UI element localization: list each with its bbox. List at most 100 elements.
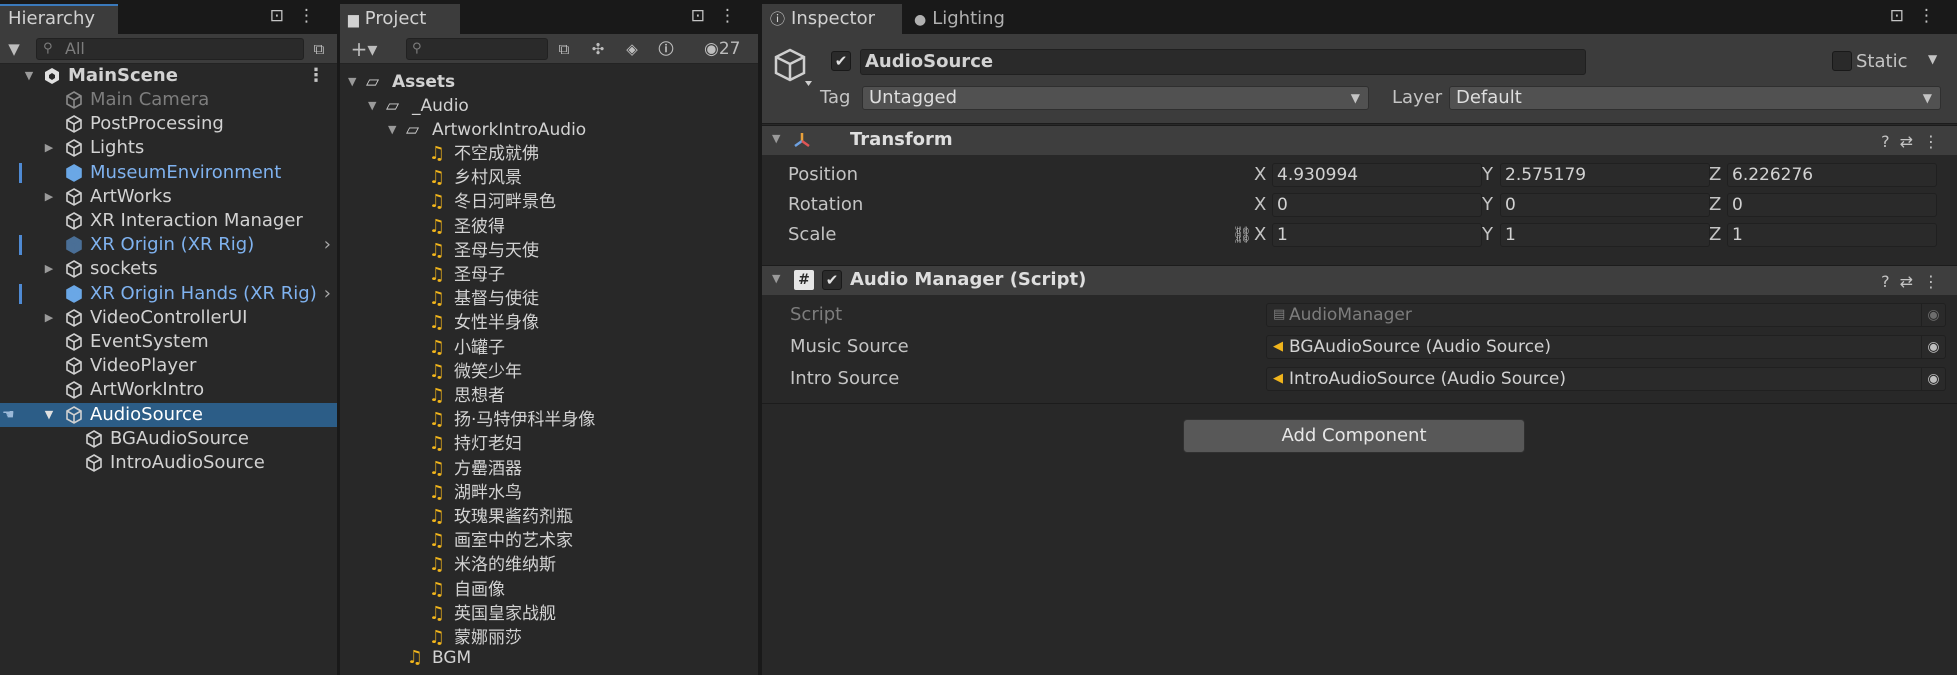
audio-clip-item[interactable]: ♫ 方罍酒器 (340, 457, 758, 481)
chevron-right-icon[interactable]: › (324, 233, 331, 257)
hierarchy-item[interactable]: ▶ ArtWorks (0, 185, 337, 209)
expand-arrow-icon[interactable]: ▼ (22, 64, 36, 88)
hierarchy-item[interactable]: VideoPlayer (0, 354, 337, 378)
audio-clip-item[interactable]: ♫ 米洛的维纳斯 (340, 553, 758, 577)
foldout-arrow-icon[interactable]: ▼ (772, 132, 780, 145)
audio-clip-item[interactable]: ♫ 不空成就佛 (340, 142, 758, 166)
hierarchy-item[interactable]: XR Origin Hands (XR Rig) › (0, 282, 337, 306)
kebab-menu-icon[interactable]: ⋮ (1923, 272, 1949, 291)
transform-header[interactable]: ▼ Transform ?⇄⋮ (762, 125, 1957, 155)
expand-arrow-icon[interactable]: ▶ (42, 257, 56, 281)
audio-clip-item[interactable]: ♫ 女性半身像 (340, 311, 758, 335)
preset-icon[interactable]: ⇄ (1900, 132, 1923, 151)
help-icon[interactable]: ? (1881, 272, 1900, 291)
tab-project[interactable]: ▆ Project (340, 4, 460, 34)
filter-type-icon[interactable]: ✣ (586, 38, 610, 60)
bgm-folder-row[interactable]: ♫ BGM (340, 646, 758, 670)
hierarchy-item[interactable]: ☚ ▼ AudioSource (0, 402, 337, 427)
expand-arrow-icon[interactable]: ▶ (42, 185, 56, 209)
rotation-z-input[interactable]: 0 (1727, 193, 1937, 217)
expand-arrow-icon[interactable]: ▶ (42, 306, 56, 330)
scale-y-input[interactable]: 1 (1500, 223, 1710, 247)
hierarchy-item[interactable]: BGAudioSource (0, 427, 337, 451)
lock-icon[interactable]: ⊡ (270, 6, 298, 26)
scene-visibility-icon[interactable]: ⧉ (307, 38, 331, 60)
collapse-arrow-icon[interactable]: ▼ (42, 403, 56, 427)
preset-icon[interactable]: ⇄ (1900, 272, 1923, 291)
chevron-right-icon[interactable]: › (324, 282, 331, 306)
scale-y-axis-label[interactable]: Y (1482, 223, 1493, 247)
expand-arrow-icon[interactable]: ▶ (42, 136, 56, 160)
hierarchy-item[interactable]: XR Interaction Manager (0, 209, 337, 233)
tab-lighting[interactable]: ● Lighting (906, 4, 1032, 34)
tag-dropdown[interactable]: Untagged ▼ (862, 86, 1369, 110)
project-search-input[interactable]: ⚲ (406, 38, 548, 60)
tab-inspector[interactable]: ⓘ Inspector (762, 4, 902, 34)
foldout-arrow-icon[interactable]: ▼ (772, 272, 780, 285)
audio-manager-header[interactable]: ▼ # ✔ Audio Manager (Script) ?⇄⋮ (762, 265, 1957, 295)
add-asset-button[interactable]: +▾ (344, 38, 384, 60)
gameobject-cube-icon[interactable] (772, 46, 814, 88)
search-mode-icon[interactable]: ⧉ (552, 38, 576, 60)
object-picker-icon[interactable]: ◉ (1921, 368, 1945, 390)
scale-z-input[interactable]: 1 (1727, 223, 1937, 247)
object-picker-icon[interactable]: ◉ (1921, 336, 1945, 358)
intro-source-field[interactable]: ◀ IntroAudioSource (Audio Source) ◉ (1266, 367, 1946, 391)
assets-folder-row[interactable]: ▼ ▱ Assets (340, 70, 758, 94)
music-source-field[interactable]: ◀ BGAudioSource (Audio Source) ◉ (1266, 335, 1946, 359)
active-checkbox[interactable]: ✔ (831, 51, 851, 71)
hierarchy-item[interactable]: Main Camera (0, 88, 337, 112)
lock-icon[interactable]: ⊡ (1890, 6, 1918, 26)
position-x-axis-label[interactable]: X (1254, 163, 1266, 187)
rotation-x-input[interactable]: 0 (1272, 193, 1482, 217)
rotation-y-input[interactable]: 0 (1500, 193, 1710, 217)
hierarchy-item[interactable]: XR Origin (XR Rig) › (0, 233, 337, 257)
scale-x-axis-label[interactable]: X (1254, 223, 1266, 247)
hierarchy-item[interactable]: ▶ VideoControllerUI (0, 306, 337, 330)
audio-clip-item[interactable]: ♫ 湖畔水鸟 (340, 481, 758, 505)
audio-clip-item[interactable]: ♫ 冬日河畔景色 (340, 190, 758, 214)
layer-dropdown[interactable]: Default ▼ (1449, 86, 1941, 110)
scale-z-axis-label[interactable]: Z (1709, 223, 1721, 247)
component-enabled-checkbox[interactable]: ✔ (822, 270, 842, 290)
kebab-menu-icon[interactable]: ⋮ (1918, 6, 1949, 26)
hidden-packages-toggle[interactable]: ◉27 (704, 38, 740, 60)
audio-clip-item[interactable]: ♫ 持灯老妇 (340, 432, 758, 456)
hierarchy-item[interactable]: IntroAudioSource (0, 451, 337, 475)
static-dropdown-icon[interactable]: ▼ (1928, 52, 1937, 66)
audio-folder-row[interactable]: ▼ ▱ _Audio (340, 94, 758, 118)
audio-clip-item[interactable]: ♫ 玫瑰果酱药剂瓶 (340, 505, 758, 529)
console-warning-icon[interactable]: ⓘ (654, 38, 678, 60)
audio-clip-item[interactable]: ♫ 画室中的艺术家 (340, 529, 758, 553)
add-component-button[interactable]: Add Component (1183, 419, 1525, 453)
hierarchy-item[interactable]: ▶ Lights (0, 136, 337, 160)
audio-clip-item[interactable]: ♫ 扬·马特伊科半身像 (340, 408, 758, 432)
help-icon[interactable]: ? (1881, 132, 1900, 151)
position-y-axis-label[interactable]: Y (1482, 163, 1493, 187)
filter-label-icon[interactable]: ◈ (620, 38, 644, 60)
rotation-y-axis-label[interactable]: Y (1482, 193, 1493, 217)
constrain-proportions-icon[interactable]: ⛓ (1232, 225, 1252, 244)
audio-clip-item[interactable]: ♫ 基督与使徒 (340, 287, 758, 311)
lock-icon[interactable]: ⊡ (691, 6, 719, 26)
hierarchy-item[interactable]: MuseumEnvironment (0, 161, 337, 185)
audio-clip-item[interactable]: ♫ 自画像 (340, 578, 758, 602)
rotation-x-axis-label[interactable]: X (1254, 193, 1266, 217)
hierarchy-item[interactable]: ▶ sockets (0, 257, 337, 281)
position-z-input[interactable]: 6.226276 (1727, 163, 1937, 187)
kebab-menu-icon[interactable]: ⋮ (1923, 132, 1949, 151)
create-dropdown-icon[interactable]: ▼ (2, 38, 26, 60)
hierarchy-item[interactable]: ArtWorkIntro (0, 378, 337, 402)
expand-arrow-icon[interactable]: ▼ (348, 70, 356, 94)
tab-hierarchy[interactable]: Hierarchy (0, 4, 118, 34)
audio-clip-item[interactable]: ♫ 圣彼得 (340, 215, 758, 239)
audio-clip-item[interactable]: ♫ 小罐子 (340, 336, 758, 360)
scene-row[interactable]: ▼ MainScene ⋮ (0, 64, 337, 88)
position-x-input[interactable]: 4.930994 (1272, 163, 1482, 187)
hierarchy-item[interactable]: EventSystem (0, 330, 337, 354)
scene-menu-icon[interactable]: ⋮ (307, 64, 325, 88)
expand-arrow-icon[interactable]: ▼ (388, 118, 396, 142)
kebab-menu-icon[interactable]: ⋮ (298, 6, 329, 26)
expand-arrow-icon[interactable]: ▼ (368, 94, 376, 118)
audio-clip-item[interactable]: ♫ 圣母与天使 (340, 239, 758, 263)
